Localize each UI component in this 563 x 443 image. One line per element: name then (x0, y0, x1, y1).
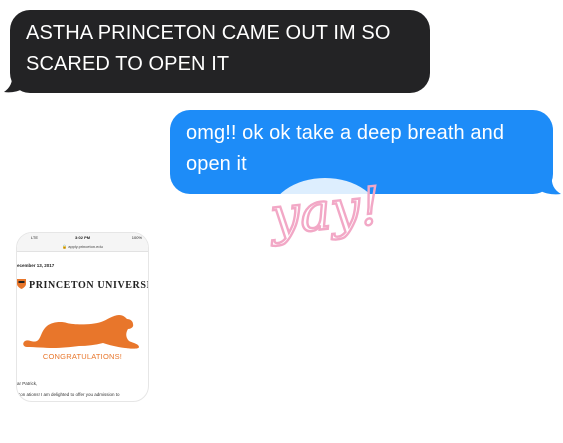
incoming-bubble-tail (4, 74, 24, 93)
outgoing-message-line: omg!! ok ok take a deep breath and (186, 122, 505, 144)
attachment-status-bar: LTE 3:02 PM 100% (17, 233, 148, 243)
letter-greeting: ar Patrick, (17, 381, 38, 386)
attachment-signal: LTE (31, 235, 39, 240)
incoming-message-line: SCARED TO OPEN IT (26, 53, 230, 75)
image-attachment[interactable]: LTE 3:02 PM 100% 🔒 apply.princeton.edu e… (16, 232, 149, 402)
attachment-url-bar: 🔒 apply.princeton.edu (17, 243, 148, 252)
letter-body: Con ations! I am delighted to offer you … (17, 392, 120, 397)
letter-date: ecember 13, 2017 (17, 263, 55, 268)
lock-icon: 🔒 (62, 244, 68, 249)
shield-icon (17, 279, 26, 289)
yay-sticker[interactable]: yay! (265, 163, 385, 263)
attachment-url: apply.princeton.edu (68, 244, 103, 249)
princeton-wordmark-text: PRINCETON UNIVERSI (29, 280, 149, 291)
incoming-message-bubble[interactable]: ASTHA PRINCETON CAME OUT IM SO SCARED TO… (10, 10, 430, 93)
attachment-battery: 100% (131, 235, 142, 240)
princeton-wordmark: PRINCETON UNIVERSI (17, 279, 149, 291)
attachment-time: 3:02 PM (75, 235, 91, 240)
congratulations-text: CONGRATULATIONS! (42, 352, 123, 361)
tiger-icon (23, 315, 139, 349)
yay-sticker-text: yay! (266, 176, 384, 247)
outgoing-bubble-tail (539, 176, 561, 195)
incoming-message-line: ASTHA PRINCETON CAME OUT IM SO (26, 22, 391, 44)
